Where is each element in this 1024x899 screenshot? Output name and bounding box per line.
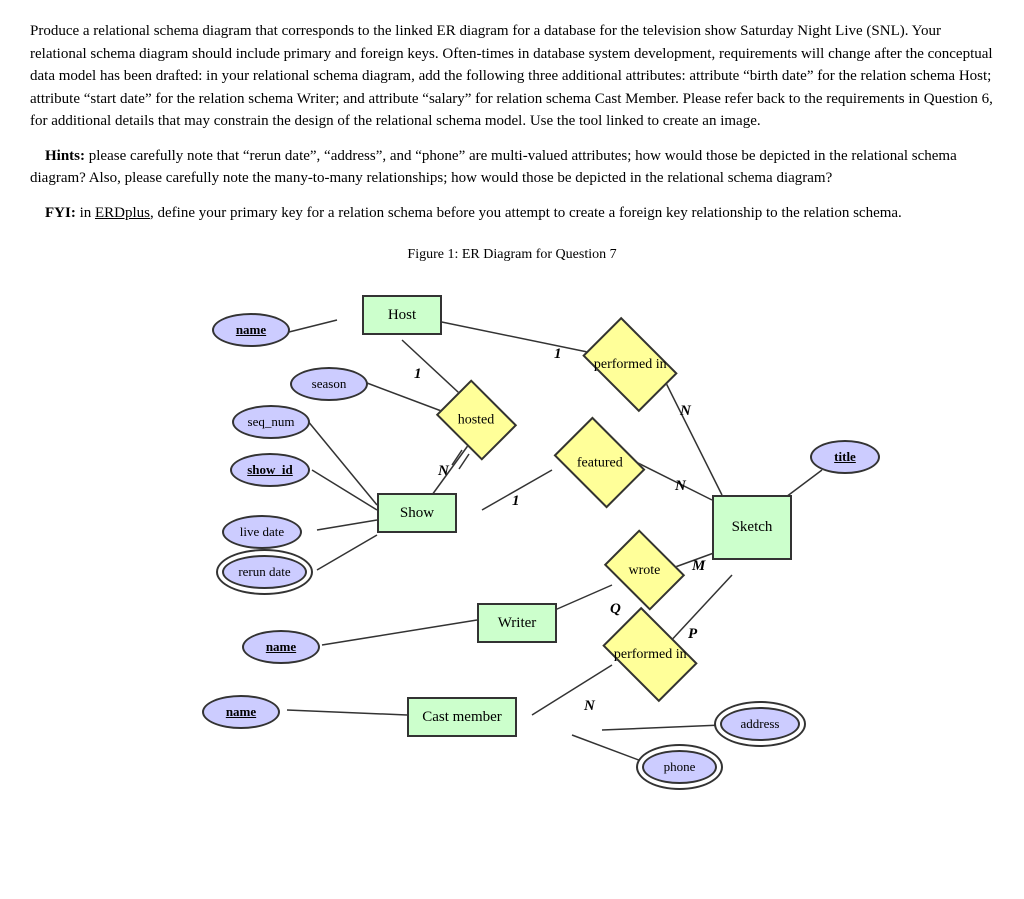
attr-castname-label: name — [226, 702, 256, 722]
erdplus-link[interactable]: ERDplus — [95, 205, 150, 221]
er-diagram: Host Show Writer Cast member Sketch host… — [122, 275, 902, 795]
attr-rerun-date: rerun date — [222, 555, 307, 589]
entity-cast-member: Cast member — [407, 697, 517, 737]
card-1-label-perf-top: 1 — [554, 346, 562, 362]
card-p-label-perf-bottom: P — [688, 626, 697, 642]
card-hosted-show-n: N — [438, 460, 449, 483]
fyi-label: FYI: — [45, 205, 76, 221]
attr-season: season — [290, 367, 368, 401]
attr-phone: phone — [642, 750, 717, 784]
attr-live-date: live date — [222, 515, 302, 549]
relationship-hosted: hosted — [436, 379, 517, 460]
rel-wrote-label: wrote — [629, 559, 661, 580]
card-cast-performedin-n: N — [584, 695, 595, 718]
rel-featured-label: featured — [577, 452, 623, 473]
fyi-paragraph: FYI: in ERDplus, define your primary key… — [30, 202, 994, 225]
hints-label: Hints: — [45, 148, 85, 164]
card-writer-wrote-q: Q — [610, 598, 621, 621]
card-q-label-wrote: Q — [610, 601, 621, 617]
card-sketch-wrote-m: M — [692, 555, 705, 578]
card-m-label-wrote: M — [692, 558, 705, 574]
entity-writer: Writer — [477, 603, 557, 643]
card-n-label-featured: N — [675, 478, 686, 494]
card-performedin-sketch-n-top: N — [680, 400, 691, 423]
main-text-paragraph: Produce a relational schema diagram that… — [30, 20, 994, 133]
hints-paragraph: Hints: please carefully note that “rerun… — [30, 145, 994, 190]
entity-host: Host — [362, 295, 442, 335]
rel-hosted-label: hosted — [458, 410, 495, 431]
attr-address-label: address — [741, 714, 780, 734]
attr-title-label: title — [834, 447, 856, 467]
card-featured-sketch-n: N — [675, 475, 686, 498]
rel-performed-bottom-label: performed in — [614, 644, 687, 665]
attr-season-label: season — [312, 374, 347, 394]
card-performedin-sketch-p: P — [688, 623, 697, 646]
card-n-label-hosted-show: N — [438, 463, 449, 479]
entity-writer-label: Writer — [498, 612, 537, 635]
relationship-featured: featured — [554, 417, 646, 509]
attr-rerundate-label: rerun date — [238, 562, 290, 582]
hints-text: please carefully note that “rerun date”,… — [30, 148, 957, 187]
attr-writer-name: name — [242, 630, 320, 664]
entity-sketch-label: Sketch — [732, 516, 773, 539]
attr-writername-label: name — [266, 637, 296, 657]
attr-host-name: name — [212, 313, 290, 347]
entity-host-label: Host — [388, 304, 416, 327]
entity-show: Show — [377, 493, 457, 533]
figure-caption: Figure 1: ER Diagram for Question 7 — [30, 244, 994, 265]
card-1-label-host-hosted: 1 — [414, 366, 422, 382]
card-1-label-featured: 1 — [512, 493, 520, 509]
card-n-label-perf-top: N — [680, 403, 691, 419]
attr-showid-label: show_id — [247, 460, 293, 480]
attr-livedate-label: live date — [240, 522, 284, 542]
entity-show-label: Show — [400, 502, 434, 525]
attr-seq-num: seq_num — [232, 405, 310, 439]
attr-cast-name: name — [202, 695, 280, 729]
entity-cast-label: Cast member — [422, 706, 502, 729]
attr-title: title — [810, 440, 880, 474]
rel-performed-top-label: performed in — [594, 354, 667, 375]
card-featured-show-1: 1 — [512, 490, 520, 513]
card-n-label-perf-bottom: N — [584, 698, 595, 714]
relationship-performed-in-top: performed in — [582, 317, 677, 412]
card-host-hosted-1: 1 — [414, 363, 422, 386]
attr-show-id: show_id — [230, 453, 310, 487]
main-paragraph-text: Produce a relational schema diagram that… — [30, 23, 993, 129]
fyi-text-post: , define your primary key for a relation… — [150, 205, 902, 221]
entity-sketch: Sketch — [712, 495, 792, 560]
attr-phone-label: phone — [664, 757, 696, 777]
relationship-performed-in-bottom: performed in — [602, 607, 697, 702]
figure-caption-text: Figure 1: ER Diagram for Question 7 — [407, 247, 616, 262]
attr-address: address — [720, 707, 800, 741]
attr-host-name-label: name — [236, 320, 266, 340]
card-host-performedin-1: 1 — [554, 343, 562, 366]
fyi-text-pre: in — [76, 205, 95, 221]
attr-seqnum-label: seq_num — [248, 412, 295, 432]
